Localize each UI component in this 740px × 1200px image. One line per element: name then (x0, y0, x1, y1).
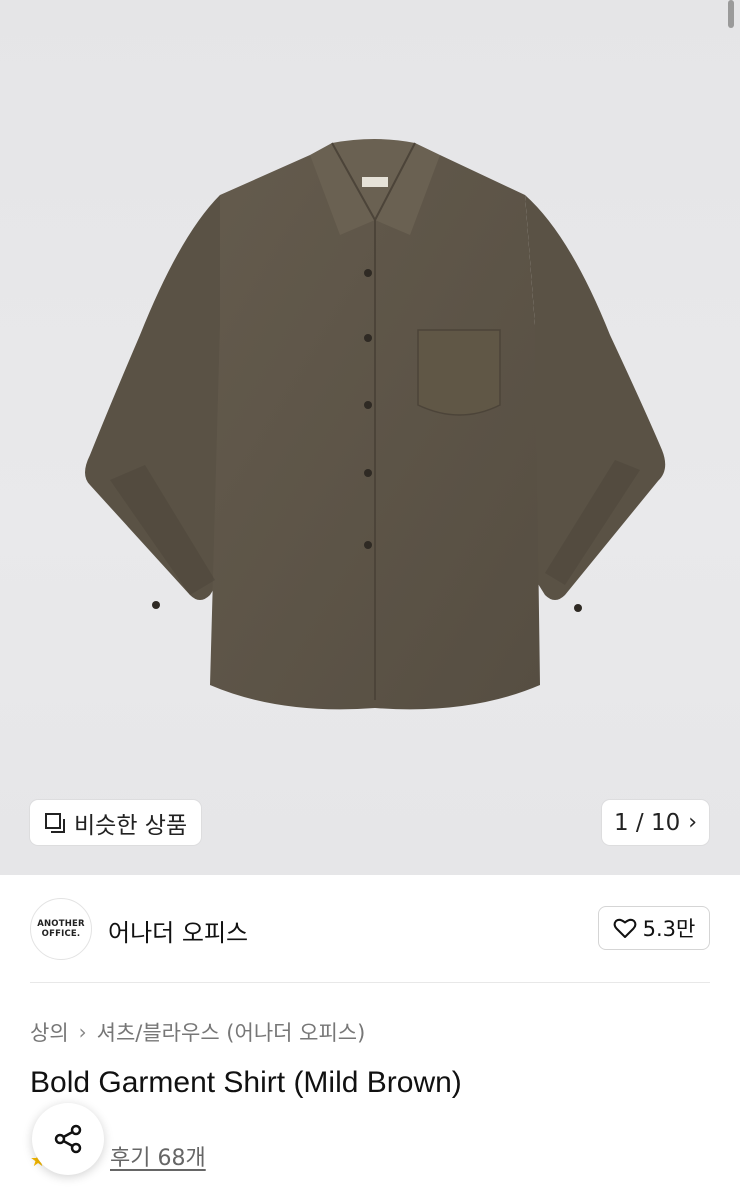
similar-products-button[interactable]: 비슷한 상품 (30, 800, 202, 845)
brand-name[interactable]: 어나더 오피스 (108, 913, 248, 948)
similar-products-label: 비슷한 상품 (74, 812, 188, 839)
breadcrumb: 상의 › 셔츠/블라우스 (어나더 오피스) (30, 1017, 365, 1047)
like-count: 5.3만 (642, 917, 696, 941)
brand-logo[interactable]: ANOTHER OFFICE. (30, 898, 92, 960)
chevron-right-icon: › (78, 1020, 87, 1044)
scrollbar[interactable] (728, 0, 734, 28)
image-counter: 1 / 10 (613, 809, 681, 836)
heart-icon (613, 918, 637, 938)
product-gallery[interactable]: 비슷한 상품 1 / 10 › (0, 0, 740, 875)
divider (30, 982, 710, 983)
similar-items-icon (45, 812, 65, 833)
product-image[interactable] (70, 125, 680, 735)
breadcrumb-subcategory[interactable]: 셔츠/블라우스 (어나더 오피스) (97, 1017, 366, 1047)
brand-logo-line1: ANOTHER (37, 919, 85, 929)
brand-row: ANOTHER OFFICE. 어나더 오피스 5.3만 (30, 898, 710, 960)
breadcrumb-category[interactable]: 상의 (30, 1017, 69, 1047)
reviews-link[interactable]: 후기 68개 (110, 1140, 206, 1172)
product-title: Bold Garment Shirt (Mild Brown) (30, 1066, 462, 1099)
brand-logo-line2: OFFICE. (41, 929, 81, 939)
share-button[interactable] (32, 1103, 104, 1175)
like-button[interactable]: 5.3만 (598, 906, 710, 950)
image-counter-button[interactable]: 1 / 10 › (602, 800, 709, 845)
share-icon (54, 1124, 82, 1154)
chevron-right-icon: › (688, 810, 698, 835)
